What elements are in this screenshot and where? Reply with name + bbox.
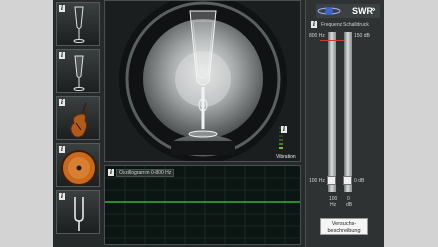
- thumb-drum[interactable]: i: [56, 143, 100, 187]
- experiment-window: i i i i i i Vibration i Oszillogramm 0-8…: [53, 0, 384, 247]
- oscilloscope-panel: i Oszillogramm 0-800 Hz: [104, 165, 301, 245]
- button-line-1: Versuchs-: [331, 221, 357, 227]
- info-icon[interactable]: i: [59, 99, 65, 106]
- chevron-right-icon: »: [370, 5, 376, 15]
- brand-bar: SWR »: [316, 4, 380, 18]
- freq-value-unit: Hz: [330, 202, 337, 208]
- db-value-unit: dB: [346, 202, 353, 208]
- schalldruck-heading: Schalldruck: [343, 22, 369, 28]
- db-min-label: 0 dB: [354, 178, 365, 184]
- info-icon[interactable]: i: [311, 21, 317, 28]
- db-max-label: 150 dB: [354, 33, 370, 39]
- info-icon[interactable]: i: [59, 52, 65, 59]
- thumb-glass-2[interactable]: i: [56, 49, 100, 93]
- frequency-slider-handle[interactable]: [327, 176, 336, 185]
- freq-min-label: 100 Hz: [309, 178, 325, 184]
- frequency-marker: [320, 40, 344, 41]
- info-icon[interactable]: i: [59, 193, 65, 200]
- thumb-violin[interactable]: i: [56, 96, 100, 140]
- info-icon[interactable]: i: [59, 5, 65, 12]
- loudspeaker-with-glass: [119, 1, 287, 161]
- info-icon[interactable]: i: [281, 126, 287, 133]
- thumb-tuning-fork[interactable]: i: [56, 190, 100, 234]
- vibration-label: Vibration: [276, 154, 296, 160]
- pressure-slider-handle[interactable]: [343, 176, 352, 185]
- info-icon[interactable]: i: [59, 146, 65, 153]
- experiment-description-button[interactable]: Versuchs- beschreibung: [320, 218, 368, 235]
- button-line-2: beschreibung: [327, 228, 361, 234]
- thumb-glass-1[interactable]: i: [56, 2, 100, 46]
- oscilloscope-grid: [105, 166, 300, 244]
- planet-logo-icon: [317, 7, 341, 15]
- pressure-slider-track[interactable]: [344, 32, 352, 192]
- frequency-slider-track[interactable]: [328, 32, 336, 192]
- experiment-stage: i Vibration: [104, 0, 301, 162]
- frequenz-heading: Frequenz: [321, 22, 343, 28]
- control-panel: SWR » i Frequenz Schalldruck 800 Hz 150 …: [305, 0, 384, 247]
- freq-max-label: 800 Hz: [309, 33, 325, 39]
